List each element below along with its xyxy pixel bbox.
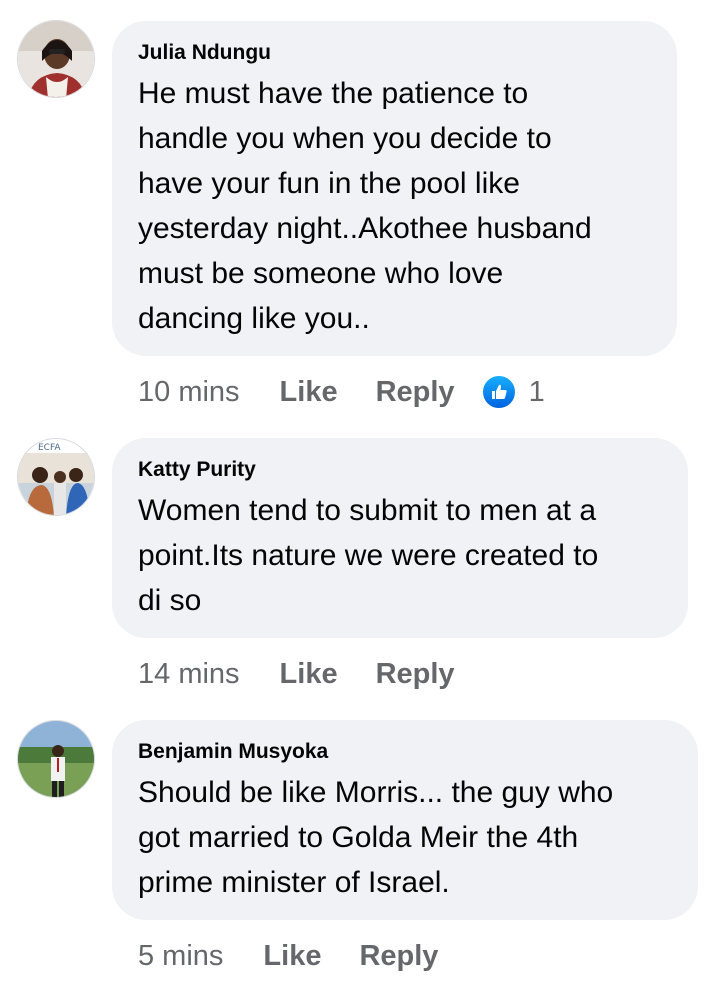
- comment-text: Should be like Morris... the guy who got…: [138, 776, 614, 899]
- comment-timestamp[interactable]: 10 mins: [138, 376, 240, 409]
- comment-bubble: Katty Purity Women tend to submit to men…: [112, 438, 688, 638]
- comment-bubble: Benjamin Musyoka Should be like Morris..…: [112, 720, 698, 920]
- like-button[interactable]: Like: [280, 658, 338, 691]
- comment-bubble: Julia Ndungu He must have the patience t…: [112, 21, 677, 356]
- avatar-photo-icon: ECFA: [18, 439, 94, 515]
- comment-author[interactable]: Julia Ndungu: [138, 39, 651, 67]
- comment-timestamp[interactable]: 14 mins: [138, 658, 240, 691]
- comment-actions: 10 mins Like Reply 1: [138, 372, 545, 412]
- reply-button[interactable]: Reply: [359, 940, 438, 973]
- comment-author[interactable]: Benjamin Musyoka: [138, 738, 672, 766]
- svg-text:ECFA: ECFA: [38, 443, 61, 453]
- comment-actions: 5 mins Like Reply: [138, 936, 476, 976]
- comment-timestamp[interactable]: 5 mins: [138, 940, 223, 973]
- comment-actions: 14 mins Like Reply: [138, 654, 493, 694]
- avatar[interactable]: [17, 720, 95, 798]
- comment-text: Women tend to submit to men at a point.I…: [138, 494, 599, 617]
- like-reaction-icon: [480, 374, 517, 410]
- avatar-photo-icon: [18, 21, 94, 97]
- avatar[interactable]: [17, 20, 95, 98]
- reply-button[interactable]: Reply: [376, 658, 455, 691]
- reply-button[interactable]: Reply: [376, 376, 455, 409]
- like-button[interactable]: Like: [280, 376, 338, 409]
- reaction-count: 1: [528, 375, 545, 408]
- comment-author[interactable]: Katty Purity: [138, 456, 662, 484]
- avatar[interactable]: ECFA: [17, 438, 95, 516]
- avatar-photo-icon: [18, 721, 94, 797]
- comment-text: He must have the patience to handle you …: [138, 77, 592, 335]
- like-button[interactable]: Like: [263, 940, 321, 973]
- reaction-summary[interactable]: 1: [480, 374, 545, 410]
